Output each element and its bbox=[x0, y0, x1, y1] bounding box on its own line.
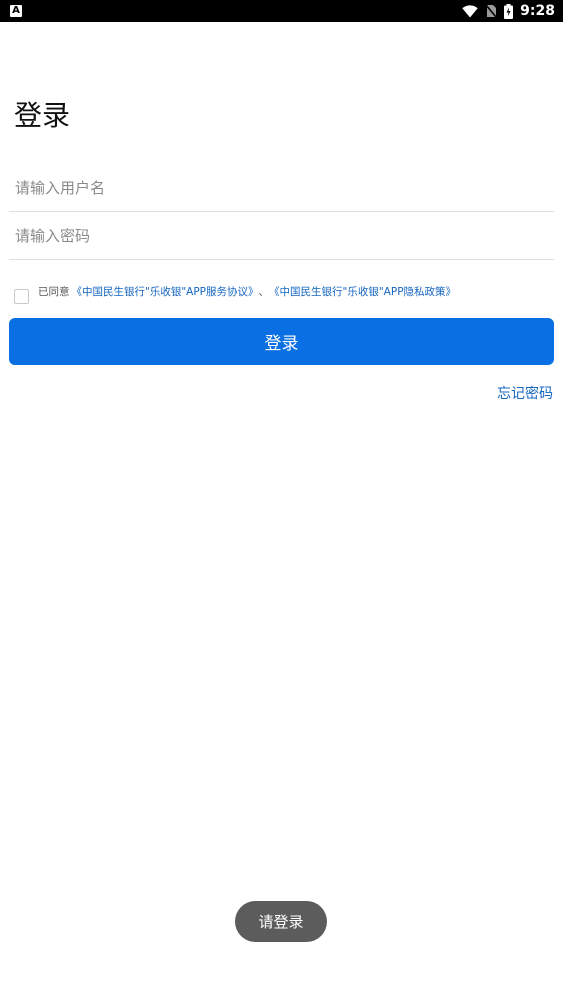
username-field bbox=[9, 165, 554, 212]
password-input[interactable] bbox=[9, 213, 554, 259]
notification-icon: A bbox=[10, 5, 22, 17]
agreement-checkbox[interactable] bbox=[14, 288, 29, 304]
agreement-prefix: 已同意 bbox=[38, 286, 70, 298]
battery-charging-icon bbox=[504, 3, 514, 19]
forgot-password-link[interactable]: 忘记密码 bbox=[497, 384, 553, 404]
username-input[interactable] bbox=[9, 165, 554, 211]
notification-icon-letter: A bbox=[12, 5, 20, 16]
page-title: 登录 bbox=[14, 99, 71, 132]
service-agreement-link[interactable]: 《中国民生银行"乐收银"APP服务协议》 bbox=[72, 284, 259, 300]
privacy-policy-link[interactable]: 《中国民生银行"乐收银"APP隐私政策》 bbox=[269, 284, 456, 300]
toast-message: 请登录 bbox=[235, 901, 327, 942]
status-icons: 9:28 bbox=[462, 0, 555, 22]
status-bar: A 9:28 bbox=[0, 0, 563, 22]
status-time: 9:28 bbox=[520, 3, 555, 19]
agreement-row: 已同意 《中国民生银行"乐收银"APP服务协议》 、 《中国民生银行"乐收银"A… bbox=[14, 282, 554, 304]
no-sim-icon bbox=[485, 4, 497, 18]
agreement-separator: 、 bbox=[258, 286, 270, 298]
wifi-icon bbox=[462, 4, 478, 17]
login-button[interactable]: 登录 bbox=[9, 318, 554, 365]
password-field bbox=[9, 213, 554, 260]
